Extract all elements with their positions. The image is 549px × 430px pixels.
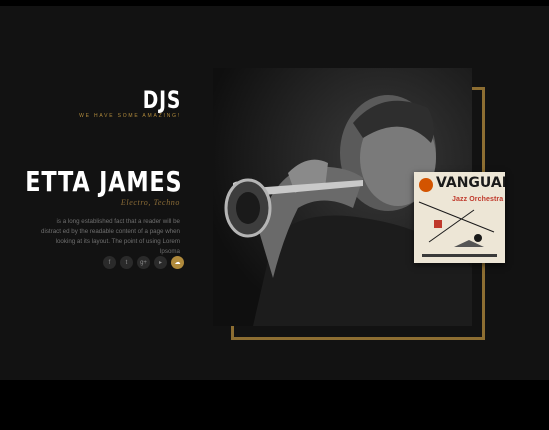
google-plus-icon[interactable]: g+ (137, 256, 150, 269)
twitter-icon[interactable]: t (120, 256, 133, 269)
section-title: DJS (142, 86, 181, 114)
section-subtitle: WE HAVE SOME AMAZING! (79, 113, 181, 119)
album-title: Jazz Orchestra (452, 196, 504, 203)
social-links: f t g+ ▸ ☁ (103, 256, 184, 269)
album-artwork: VANGUARD (414, 172, 505, 263)
artist-name: ETTA JAMES (24, 165, 182, 198)
soundcloud-icon[interactable]: ☁ (171, 256, 184, 269)
artist-description: is a long established fact that a reader… (41, 218, 180, 255)
facebook-icon[interactable]: f (103, 256, 116, 269)
artist-genre: Electro, Techno (120, 198, 180, 207)
youtube-icon[interactable]: ▸ (154, 256, 167, 269)
album-header: VANGUARD (436, 175, 505, 191)
album-cover[interactable]: VANGUARD Jazz Orchestra (414, 172, 505, 263)
page: DJS WE HAVE SOME AMAZING! ETTA JAMES Ele… (0, 0, 549, 430)
